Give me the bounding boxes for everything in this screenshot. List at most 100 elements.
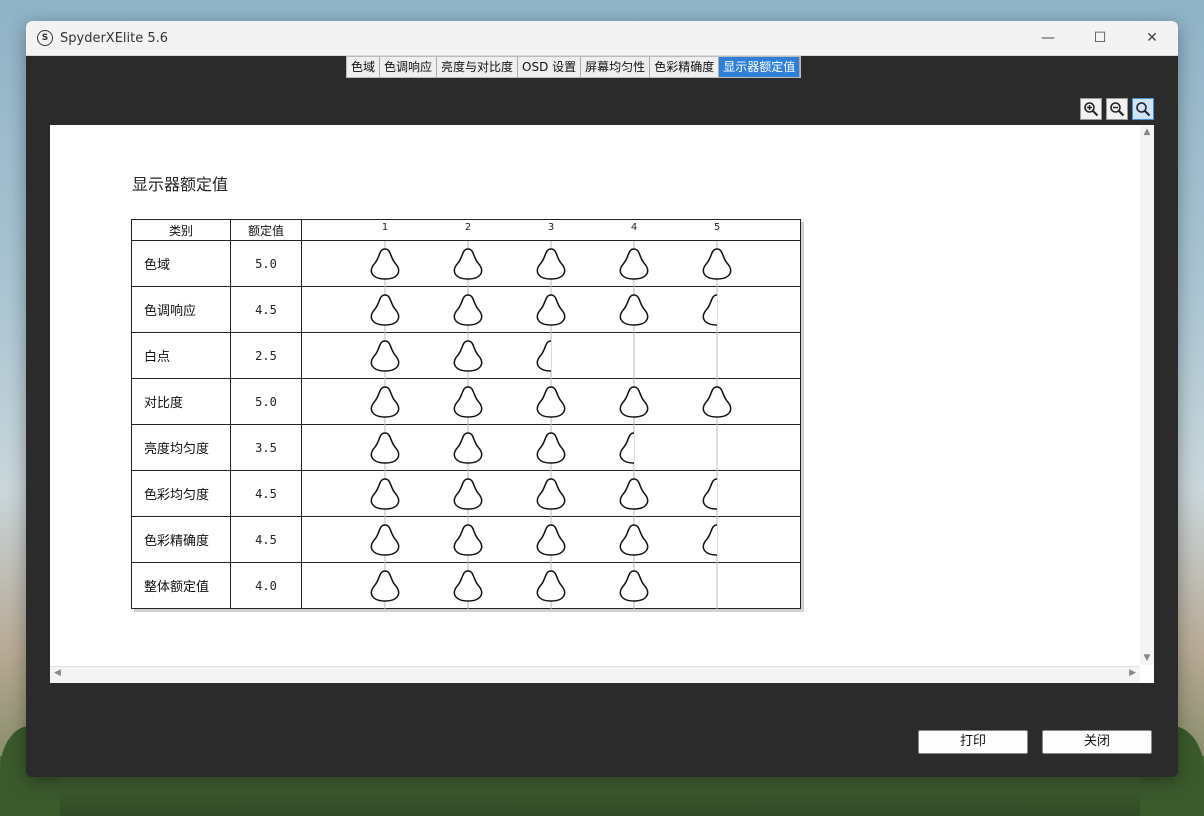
tab-screen-uniformity[interactable]: 屏幕均匀性 <box>581 57 651 77</box>
spyder-rating-icon <box>453 294 483 326</box>
row-category: 白点 <box>131 332 231 379</box>
spyder-rating-icon <box>619 432 635 464</box>
spyder-rating-icon <box>536 524 566 556</box>
report-viewport[interactable]: 显示器额定值 类别 额定值 12345 色域 5.0 色调响应 4.5 白点 2.5 对比度… <box>50 125 1154 683</box>
table-row: 色彩精确度 4.5 <box>131 516 801 563</box>
header-category: 类别 <box>131 219 231 241</box>
scroll-down-arrow-icon[interactable]: ▼ <box>1140 653 1154 663</box>
scroll-up-arrow-icon[interactable]: ▲ <box>1140 127 1154 137</box>
tab-brightness-contrast[interactable]: 亮度与对比度 <box>437 57 519 77</box>
spyder-rating-icon <box>619 294 649 326</box>
rating-icons-svg <box>370 471 718 517</box>
close-window-button[interactable]: ✕ <box>1126 21 1178 55</box>
rating-icons-svg <box>370 287 718 333</box>
table-row: 白点 2.5 <box>131 332 801 379</box>
spyder-rating-icon <box>619 386 649 418</box>
row-rating: 4.5 <box>230 470 302 517</box>
report-title: 显示器额定值 <box>132 175 229 194</box>
spyder-rating-icon <box>536 340 552 372</box>
row-rating: 4.0 <box>230 562 302 609</box>
tab-gamut[interactable]: 色域 <box>347 57 381 77</box>
tab-color-accuracy[interactable]: 色彩精确度 <box>650 57 720 77</box>
vertical-scrollbar[interactable]: ▲ ▼ <box>1140 125 1154 665</box>
rating-icons-svg <box>370 379 732 425</box>
print-button[interactable]: 打印 <box>918 730 1028 754</box>
row-category: 色彩均匀度 <box>131 470 231 517</box>
zoom-fit-button[interactable] <box>1132 98 1154 120</box>
scroll-left-arrow-icon[interactable]: ◀ <box>54 668 61 678</box>
row-category: 色域 <box>131 240 231 287</box>
spyder-rating-icon <box>536 294 566 326</box>
tab-bar: 色域 色调响应 亮度与对比度 OSD 设置 屏幕均匀性 色彩精确度 显示器额定值 <box>346 56 802 78</box>
row-category: 色调响应 <box>131 286 231 333</box>
spyder-rating-icon <box>702 294 718 326</box>
table-row: 色域 5.0 <box>131 240 801 287</box>
spyder-rating-icon <box>453 570 483 602</box>
maximize-button[interactable]: ☐ <box>1074 21 1126 55</box>
rating-icons-svg <box>370 333 718 379</box>
spyder-rating-icon <box>536 248 566 280</box>
row-category: 整体额定值 <box>131 562 231 609</box>
spyder-rating-icon <box>370 478 400 510</box>
rating-icons-svg <box>370 563 718 609</box>
spyder-rating-icon <box>453 524 483 556</box>
spyder-rating-icon <box>702 478 718 510</box>
scale-tick-label: 2 <box>464 222 472 233</box>
spyder-rating-icon <box>619 570 649 602</box>
scale-tick-label: 4 <box>630 222 638 233</box>
spyder-rating-icon <box>702 386 732 418</box>
tab-tone-response[interactable]: 色调响应 <box>380 57 438 77</box>
header-scale: 1 2 3 4 5 <box>301 219 801 241</box>
row-rating: 5.0 <box>230 378 302 425</box>
spyder-rating-icon <box>370 432 400 464</box>
spyder-rating-icon <box>619 248 649 280</box>
scale-tick-label: 1 <box>381 222 389 233</box>
spyder-logo-icon: S <box>37 30 53 46</box>
minimize-button[interactable]: — <box>1022 21 1074 55</box>
row-rating-icons <box>301 286 801 333</box>
table-row: 色彩均匀度 4.5 <box>131 470 801 517</box>
row-rating-icons <box>301 516 801 563</box>
scale-tick-label: 5 <box>713 222 721 233</box>
row-rating-icons <box>301 378 801 425</box>
spyder-rating-icon <box>453 432 483 464</box>
spyder-rating-icon <box>453 248 483 280</box>
table-row: 色调响应 4.5 <box>131 286 801 333</box>
row-rating-icons <box>301 332 801 379</box>
spyder-rating-icon <box>619 478 649 510</box>
row-rating: 4.5 <box>230 516 302 563</box>
table-row: 整体额定值 4.0 <box>131 562 801 609</box>
spyder-rating-icon <box>370 340 400 372</box>
zoom-in-button[interactable] <box>1080 98 1102 120</box>
scale-tick-label: 3 <box>547 222 555 233</box>
zoom-in-icon <box>1084 102 1099 117</box>
scroll-right-arrow-icon[interactable]: ▶ <box>1129 668 1136 678</box>
close-button[interactable]: 关闭 <box>1042 730 1152 754</box>
tab-osd-settings[interactable]: OSD 设置 <box>518 57 582 77</box>
row-rating: 3.5 <box>230 424 302 471</box>
zoom-out-button[interactable] <box>1106 98 1128 120</box>
title-bar[interactable]: S SpyderXElite 5.6 — ☐ ✕ <box>26 21 1178 56</box>
rating-table: 类别 额定值 12345 色域 5.0 色调响应 4.5 白点 2.5 对比度 5.0 亮度均匀… <box>131 219 801 609</box>
spyder-rating-icon <box>453 386 483 418</box>
spyder-rating-icon <box>453 478 483 510</box>
spyder-rating-icon <box>453 340 483 372</box>
spyder-rating-icon <box>370 294 400 326</box>
tab-display-rating[interactable]: 显示器额定值 <box>719 57 801 77</box>
row-rating: 5.0 <box>230 240 302 287</box>
app-window: S SpyderXElite 5.6 — ☐ ✕ 色域 色调响应 亮度与对比度 … <box>26 21 1178 777</box>
spyder-rating-icon <box>536 432 566 464</box>
spyder-rating-icon <box>536 386 566 418</box>
row-rating: 2.5 <box>230 332 302 379</box>
rating-icons-svg <box>370 241 732 287</box>
header-rating: 额定值 <box>230 219 302 241</box>
spyder-rating-icon <box>370 570 400 602</box>
spyder-rating-icon <box>370 248 400 280</box>
window-title: SpyderXElite 5.6 <box>60 30 169 46</box>
spyder-rating-icon <box>619 524 649 556</box>
zoom-toolbar <box>1080 98 1154 120</box>
table-row: 亮度均匀度 3.5 <box>131 424 801 471</box>
horizontal-scrollbar[interactable]: ◀ ▶ <box>50 666 1140 683</box>
spyder-rating-icon <box>370 386 400 418</box>
row-rating-icons <box>301 470 801 517</box>
